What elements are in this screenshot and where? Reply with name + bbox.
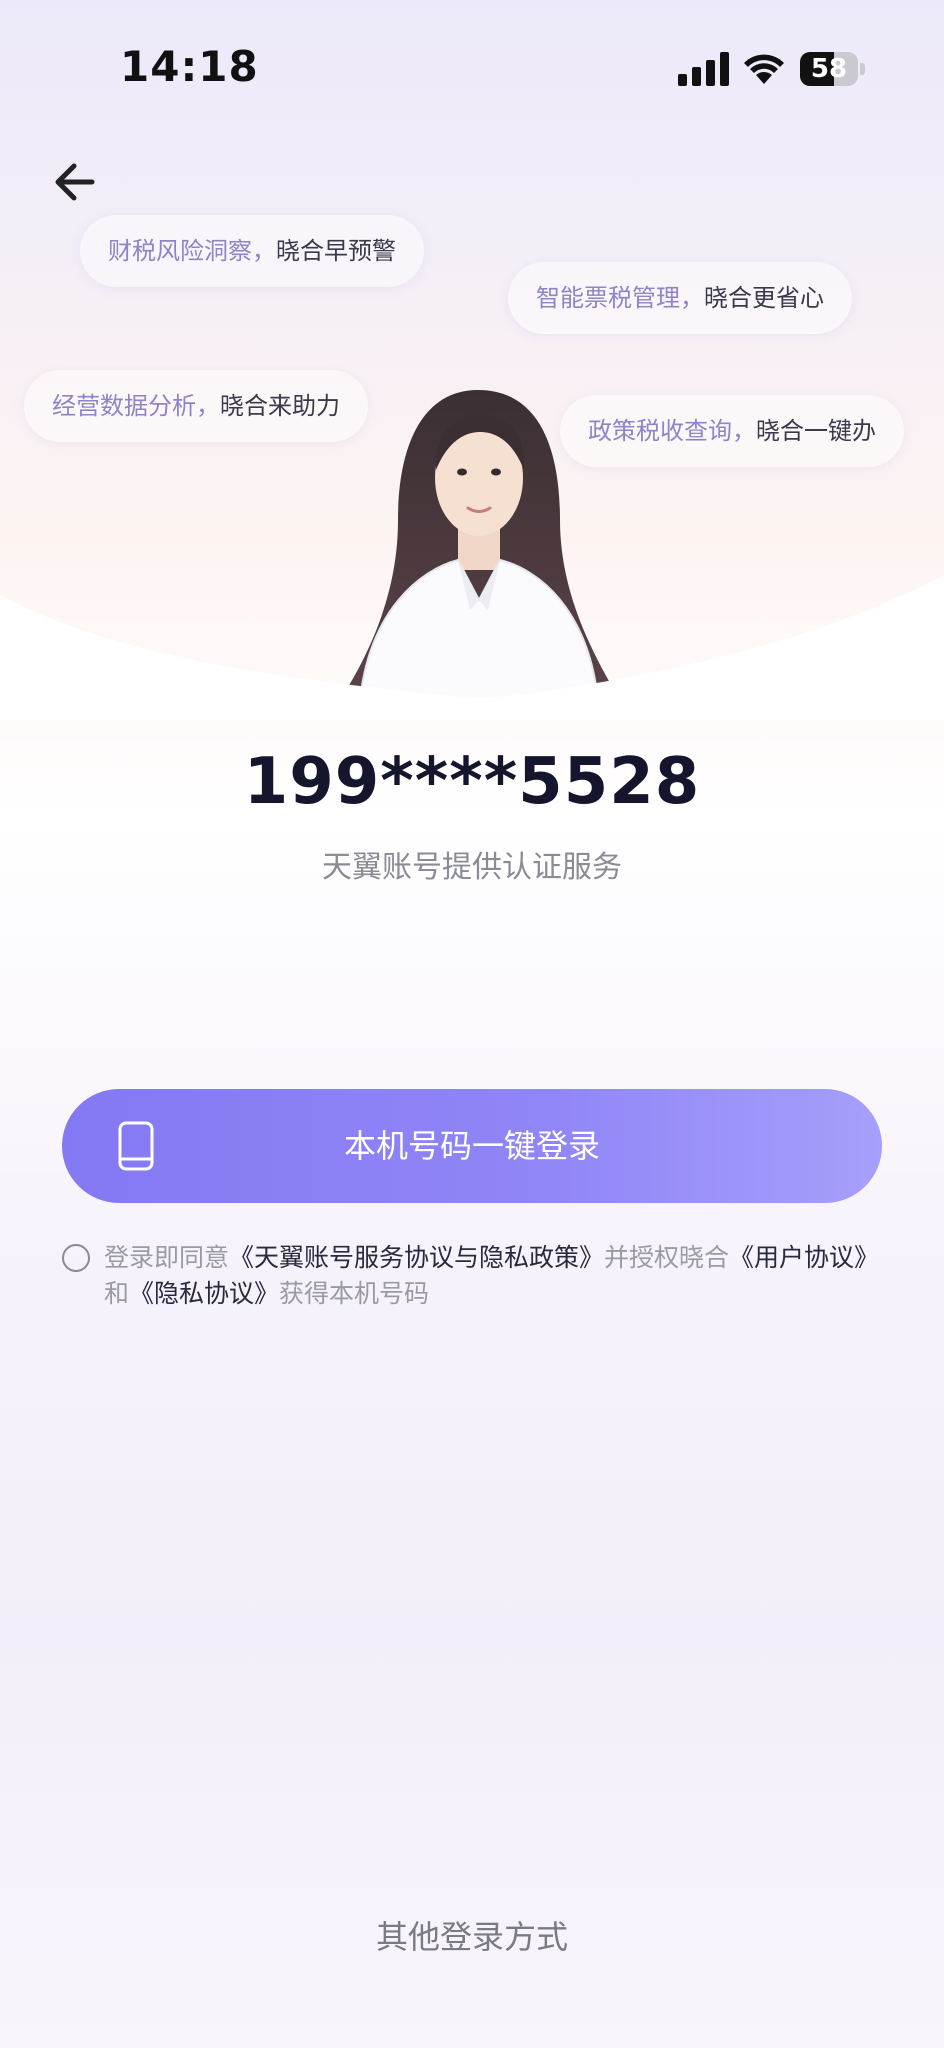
bubble-value: 晓合更省心 [704, 284, 824, 312]
other-login-methods-link[interactable]: 其他登录方式 [0, 1912, 944, 1958]
battery-percent: 58 [810, 54, 848, 84]
agreement-and: 和 [104, 1279, 130, 1308]
one-click-login-button[interactable]: 本机号码一键登录 [62, 1089, 882, 1203]
wifi-icon [744, 54, 784, 84]
status-time: 14:18 [120, 42, 259, 91]
masked-phone-number: 199****5528 [243, 745, 701, 819]
agreement-checkbox[interactable] [62, 1244, 90, 1272]
service-agreement-link[interactable]: 《天翼账号服务协议与隐私政策》 [229, 1243, 604, 1272]
auth-provider-text: 天翼账号提供认证服务 [322, 850, 622, 885]
agreement-middle: 并授权晓合 [604, 1243, 730, 1272]
battery-icon: 58 [800, 52, 866, 86]
bubble-keyword: 财税风险洞察， [108, 237, 276, 265]
cellular-signal-icon [678, 52, 729, 86]
user-agreement-link[interactable]: 《用户协议》 [729, 1243, 879, 1272]
agreement-suffix: 获得本机号码 [279, 1279, 430, 1308]
hero-illustration [0, 390, 944, 720]
agreement-text: 登录即同意《天翼账号服务协议与隐私政策》并授权晓合《用户协议》和《隐私协议》获得… [104, 1240, 882, 1312]
agreement-prefix: 登录即同意 [104, 1243, 230, 1272]
login-button-label: 本机号码一键登录 [343, 1127, 600, 1165]
bubble-keyword: 智能票税管理， [536, 284, 704, 312]
privacy-agreement-link[interactable]: 《隐私协议》 [129, 1279, 279, 1308]
status-bar: 14:18 58 [0, 0, 944, 130]
feature-bubble-risk: 财税风险洞察，晓合早预警 [80, 215, 424, 287]
back-arrow-icon[interactable] [48, 154, 104, 210]
feature-bubble-invoice: 智能票税管理，晓合更省心 [508, 262, 852, 334]
bubble-value: 晓合早预警 [276, 237, 396, 265]
